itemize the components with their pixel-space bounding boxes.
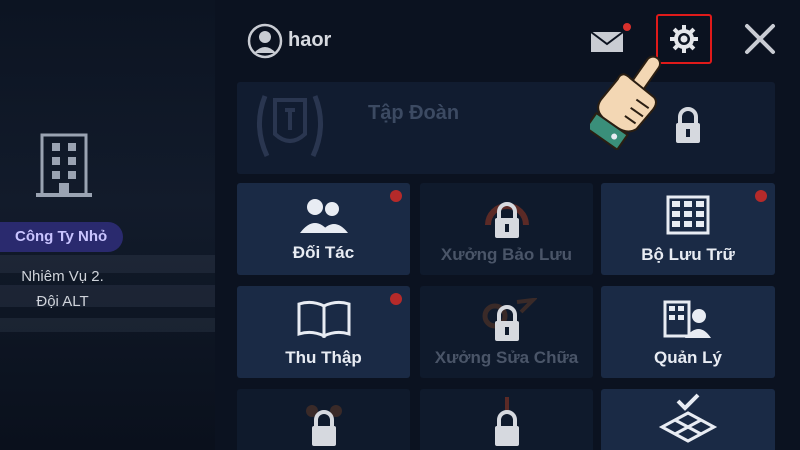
tile-label: Thu Thập [285,348,362,367]
mission-title: Nhiêm Vụ 2. [21,268,104,285]
tile-partners[interactable]: Đối Tác [237,183,410,275]
tile-label: Đối Tác [292,243,355,262]
mail-notification-dot [623,23,631,31]
pointing-hand-icon [590,55,662,150]
partners-icon [299,199,348,233]
building-icon [36,133,92,197]
mission-team: Đội ALT [36,293,89,310]
main-menu-panel: haor Tập Đoàn Đối Tác Xưởng Bảo Lưu Bộ L… [215,0,800,450]
notification-dot [390,190,402,202]
tile-collect[interactable]: Thu Thập [237,286,410,378]
company-badge[interactable]: Công Ty Nhỏ [0,222,123,252]
tile-tasks[interactable] [601,389,775,450]
tile-storage-workshop[interactable]: Xưởng Bảo Lưu [420,183,593,275]
gear-icon [670,25,698,53]
tiles-check-icon [658,393,718,443]
notification-dot [755,190,767,202]
lock-icon [482,298,537,341]
tile-storage[interactable]: Bộ Lưu Trữ [601,183,775,275]
book-icon [297,300,350,338]
lock-icon [676,107,700,143]
tile-repair-workshop[interactable]: Xưởng Sửa Chữa [420,286,593,378]
left-panel: Công Ty Nhỏ Nhiêm Vụ 2. Đội ALT [0,0,215,450]
storage-icon [666,195,710,235]
lock-icon [494,397,519,446]
close-icon[interactable] [743,22,777,56]
user-avatar-icon[interactable] [247,23,283,59]
tile-label: Xưởng Bảo Lưu [440,245,573,264]
tile-label: Quản Lý [653,348,722,367]
lock-icon [305,405,342,446]
tile-label: Xưởng Sửa Chữa [434,348,579,367]
tile-locked-1[interactable] [237,389,410,450]
group-label: Tập Đoàn [368,102,460,124]
tile-manager[interactable]: Quản Lý [601,286,775,378]
header: haor [215,0,800,80]
group-emblem-icon [257,95,323,158]
tile-label: Bộ Lưu Trữ [641,245,735,264]
manager-icon [663,300,711,338]
group-tile[interactable] [237,82,775,174]
notification-dot [390,293,402,305]
tile-locked-2[interactable] [420,389,593,450]
lock-icon [484,202,529,238]
background-stripe [0,318,215,332]
username: haor [288,29,332,51]
